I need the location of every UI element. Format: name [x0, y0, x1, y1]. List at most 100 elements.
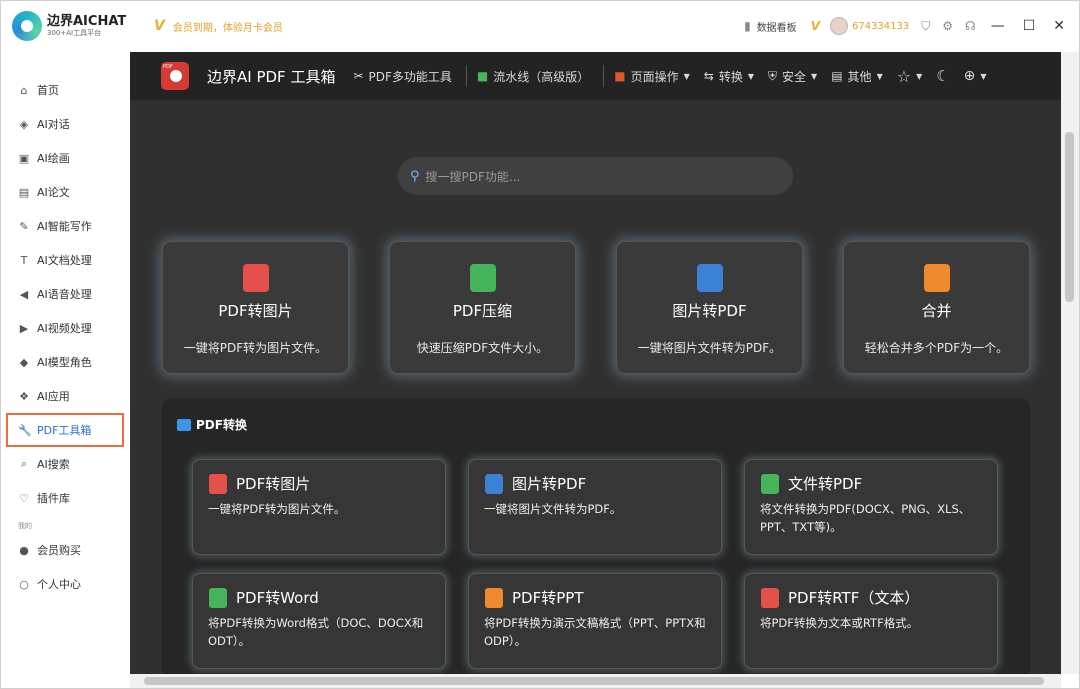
sidebar-item-label: AI应用 [37, 390, 70, 403]
sidebar-item-ai-model[interactable]: ◆ AI模型角色 [1, 345, 129, 379]
logo-subtitle: 300+AI工具平台 [47, 29, 102, 37]
moon-icon[interactable]: ☾ [936, 67, 949, 85]
nav-page-ops[interactable]: ■ 页面操作 ▼ [614, 68, 690, 85]
globe-icon[interactable]: ⊕ ▼ [964, 68, 987, 84]
sidebar-item-plugins[interactable]: ♡ 插件库 [1, 481, 129, 515]
nav-other[interactable]: ▤ 其他 ▼ [831, 68, 883, 85]
search-input[interactable]: ⚲ 搜一搜PDF功能... [398, 157, 793, 195]
nav-security[interactable]: ⛨ 安全 ▼ [768, 68, 817, 85]
app-window: 边界AICHAT 300+AI工具平台 V 会员到期，体验月卡会员 ▮ 数据看板… [0, 0, 1080, 689]
maximize-button[interactable]: ☐ [1023, 18, 1036, 34]
page-icon: ■ [614, 69, 626, 83]
sidebar-item-ai-paper[interactable]: ▤ AI论文 [1, 175, 129, 209]
sidebar-item-label: AI智能写作 [37, 220, 92, 233]
headset-icon[interactable]: ☊ [965, 19, 976, 33]
video-icon: ▶ [19, 321, 29, 335]
star-icon[interactable]: ☆ ▼ [897, 67, 923, 86]
sidebar-item-ai-voice[interactable]: ◀ AI语音处理 [1, 277, 129, 311]
settings-icon[interactable]: ⚙ [942, 19, 953, 33]
app-logo[interactable]: 边界AICHAT 300+AI工具平台 [12, 11, 127, 41]
nav-label: 流水线（高级版） [493, 69, 590, 84]
tool-title: PDF转Word [236, 589, 319, 607]
image-icon: ▣ [18, 151, 30, 165]
tool-desc: 将PDF转换为演示文稿格式（PPT、PPTX和ODP）。 [484, 616, 706, 649]
cube-icon: ◈ [19, 117, 29, 131]
title-bar: 边界AICHAT 300+AI工具平台 V 会员到期，体验月卡会员 ▮ 数据看板… [1, 1, 1079, 51]
search-icon: ⚲ [410, 168, 420, 184]
sidebar-item-ai-apps[interactable]: ❖ AI应用 [1, 379, 129, 413]
scrollbar-thumb[interactable] [144, 677, 1044, 685]
minimize-button[interactable]: — [991, 18, 1005, 34]
vertical-scrollbar[interactable] [1061, 52, 1079, 674]
user-icon: ● [19, 543, 29, 557]
tool-desc: 一键将PDF转为图片文件。 [208, 502, 346, 516]
speaker-icon: ◀ [19, 287, 29, 301]
merge-icon [923, 264, 950, 292]
user-id[interactable]: 674334133 [852, 21, 909, 32]
sidebar-item-ai-writing[interactable]: ✎ AI智能写作 [1, 209, 129, 243]
sidebar-item-membership[interactable]: ● 会员购买 [1, 533, 129, 567]
nav-label: 转换 [718, 69, 743, 84]
tool-card[interactable]: PDF转RTF（文本） 将PDF转换为文本或RTF格式。 [744, 573, 998, 669]
tool-card[interactable]: PDF转图片 一键将PDF转为图片文件。 [192, 459, 446, 555]
tool-card[interactable]: PDF转PPT 将PDF转换为演示文稿格式（PPT、PPTX和ODP）。 [468, 573, 722, 669]
shirt-icon[interactable]: ⛉ [921, 19, 930, 34]
sidebar-item-label: 插件库 [37, 492, 70, 505]
pdf-to-rtf-icon [761, 587, 779, 608]
compress-icon [469, 264, 496, 292]
sidebar-item-ai-painting[interactable]: ▣ AI绘画 [1, 141, 129, 175]
sidebar-item-label: AI搜索 [37, 458, 70, 471]
sidebar-item-label: AI论文 [37, 186, 70, 199]
section-title: PDF转换 [177, 416, 247, 433]
featured-card[interactable]: PDF转图片 一键将PDF转为图片文件。 [162, 241, 349, 374]
sidebar-item-ai-chat[interactable]: ◈ AI对话 [1, 107, 129, 141]
scrollbar-thumb[interactable] [1065, 132, 1074, 302]
sidebar-item-home[interactable]: ⌂ 首页 [1, 73, 129, 107]
sidebar-item-pdf-toolbox[interactable]: 🔧 PDF工具箱 [6, 413, 124, 447]
featured-card-title: 图片转PDF [672, 302, 747, 320]
chevron-down-icon: ▼ [811, 71, 818, 81]
tool-title: 文件转PDF [788, 475, 863, 493]
vip-icon: V [154, 18, 165, 34]
nav-convert[interactable]: ⇆ 转换 ▼ [704, 68, 754, 85]
sidebar-item-ai-video[interactable]: ▶ AI视频处理 [1, 311, 129, 345]
dashboard-link[interactable]: 数据看板 [757, 19, 797, 34]
nav-pipeline[interactable]: ■ 流水线（高级版） [477, 68, 589, 85]
sidebar-item-label: AI模型角色 [37, 356, 92, 369]
logo-title: 边界AICHAT [47, 14, 127, 29]
vip-badge-icon[interactable]: V [811, 19, 820, 33]
featured-card-desc: 快速压缩PDF文件大小。 [416, 341, 549, 355]
avatar[interactable] [829, 17, 848, 35]
sidebar-item-label: 个人中心 [37, 578, 81, 591]
featured-card[interactable]: PDF压缩 快速压缩PDF文件大小。 [389, 241, 576, 374]
featured-card-desc: 一键将PDF转为图片文件。 [183, 341, 328, 355]
vip-promo-link[interactable]: V 会员到期，体验月卡会员 [154, 18, 283, 34]
nav-label: 页面操作 [630, 69, 679, 84]
main-content: 边界AI PDF 工具箱 ✂PDF多功能工具 ■流水线（高级版） ■页面操作▼ … [130, 52, 1061, 674]
tool-card[interactable]: 图片转PDF 一键将图片文件转为PDF。 [468, 459, 722, 555]
horizontal-scrollbar[interactable] [130, 674, 1061, 688]
featured-card[interactable]: 图片转PDF 一键将图片文件转为PDF。 [616, 241, 803, 374]
search-placeholder: 搜一搜PDF功能... [425, 169, 521, 184]
sidebar-item-ai-search[interactable]: ⌕ AI搜索 [1, 447, 129, 481]
wrench-icon: 🔧 [18, 423, 32, 437]
sidebar-item-profile[interactable]: ○ 个人中心 [1, 567, 129, 601]
featured-card[interactable]: 合并 轻松合并多个PDF为一个。 [843, 241, 1030, 374]
chevron-down-icon: ▼ [876, 71, 883, 81]
pdf-to-word-icon [209, 587, 227, 608]
tool-card[interactable]: PDF转Word 将PDF转换为Word格式（DOC、DOCX和ODT）。 [192, 573, 446, 669]
file-to-pdf-icon [761, 473, 779, 494]
tool-card[interactable]: 文件转PDF 将文件转换为PDF(DOCX、PNG、XLS、PPT、TXT等)。 [744, 459, 998, 555]
pdf-to-ppt-icon [485, 587, 503, 608]
nav-pdf-tools[interactable]: ✂ PDF多功能工具 [353, 68, 451, 85]
briefcase-icon [177, 418, 191, 431]
featured-card-title: 合并 [921, 302, 952, 320]
sidebar-item-ai-document[interactable]: T AI文档处理 [1, 243, 129, 277]
nav-label: PDF多功能工具 [368, 69, 452, 84]
sidebar-item-label: AI文档处理 [37, 254, 92, 267]
image-to-pdf-icon [696, 264, 723, 292]
sidebar-item-label: PDF工具箱 [37, 424, 92, 437]
close-button[interactable]: ✕ [1053, 18, 1065, 34]
plugin-icon: ♡ [19, 491, 29, 505]
tools-icon: ✂ [353, 69, 364, 83]
